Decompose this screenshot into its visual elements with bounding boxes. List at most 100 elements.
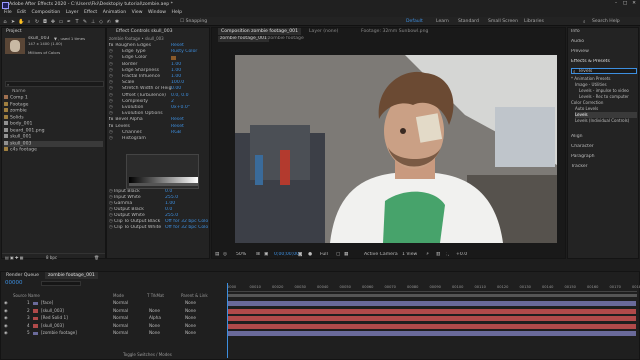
stopwatch-icon[interactable]: ◷	[109, 189, 113, 194]
effect-row[interactable]: ◷ Offset (Turbulence) 0.0, 0.0	[109, 93, 209, 99]
character-panel-header[interactable]: Character	[571, 144, 594, 150]
region-of-interest-icon[interactable]: ▢	[336, 252, 340, 258]
resolution-dropdown[interactable]: Full	[320, 252, 328, 258]
info-panel-header[interactable]: Info	[571, 29, 580, 35]
effect-row[interactable]: fx Roughen Edges Reset	[109, 43, 209, 49]
effect-row[interactable]: ◷ Evolution Options	[109, 111, 209, 117]
comp-viewport-frame[interactable]	[235, 55, 557, 243]
project-trash-icon[interactable]: 🗑	[94, 255, 99, 260]
layer-label-color[interactable]	[33, 331, 38, 335]
type-tool-icon[interactable]: T	[74, 19, 80, 25]
menu-layer[interactable]: Layer	[66, 9, 79, 17]
zoom-tool-icon[interactable]: ⌕	[26, 19, 32, 25]
close-icon[interactable]: ✕	[630, 1, 638, 6]
brush-tool-icon[interactable]: ✎	[82, 19, 88, 25]
stopwatch-icon[interactable]: ◷	[109, 62, 113, 67]
playhead[interactable]	[227, 283, 228, 358]
hand-tool-icon[interactable]: ✋	[18, 19, 24, 25]
layer-name[interactable]: [skull_003]	[41, 308, 64, 315]
paragraph-panel-header[interactable]: Paragraph	[571, 154, 595, 160]
effect-row[interactable]: ◷ Edge Color	[109, 55, 209, 61]
comp-subtab-active[interactable]: zombie footage_001	[218, 36, 269, 42]
effect-value[interactable]: 0x+0.0°	[171, 105, 190, 111]
stopwatch-icon[interactable]: ◷	[109, 207, 113, 212]
stopwatch-icon[interactable]: ◷	[109, 86, 113, 91]
layer-mode[interactable]: Normal	[113, 308, 128, 315]
effect-value[interactable]: 2	[171, 99, 174, 105]
layer-duration-bar[interactable]	[228, 331, 636, 336]
home-icon[interactable]: ⌂	[2, 19, 8, 25]
layer-trkmat[interactable]: None	[149, 330, 160, 337]
menu-file[interactable]: File	[4, 9, 12, 17]
col-trkmat[interactable]: T TrkMat	[147, 293, 164, 299]
render-queue-tab[interactable]: Render Queue	[3, 272, 42, 279]
composition-tab[interactable]: Composition zombie footage_001	[218, 28, 301, 35]
stopwatch-icon[interactable]: ◷	[109, 136, 113, 141]
menu-view[interactable]: View	[132, 9, 143, 17]
project-list-item[interactable]: c4s footage	[4, 147, 103, 153]
timeline-comp-tab[interactable]: zombie footage_001	[45, 272, 98, 279]
stopwatch-icon[interactable]: ◷	[109, 99, 113, 104]
project-tab[interactable]: Project	[3, 28, 25, 35]
layer-label-color[interactable]	[33, 301, 38, 305]
project-list-item[interactable]: skull_003	[4, 140, 103, 147]
effect-value[interactable]: 1.00	[171, 68, 181, 74]
stopwatch-icon[interactable]: ◷	[109, 68, 113, 73]
effect-row[interactable]: ◷ Edge Type Rusty Color	[109, 49, 209, 55]
timeline-icon[interactable]: ▥	[436, 252, 440, 258]
layer-mode[interactable]: Normal	[113, 315, 128, 322]
effect-row[interactable]: ◷ Scale 100.0	[109, 80, 209, 86]
layer-trkmat[interactable]: None	[149, 308, 160, 315]
eraser-tool-icon[interactable]: ◇	[98, 19, 104, 25]
safe-zones-icon[interactable]: ▣	[264, 252, 268, 258]
camera-dropdown[interactable]: Active Camera	[364, 252, 398, 258]
layer-mode[interactable]: Normal	[113, 300, 128, 307]
stopwatch-icon[interactable]: ◷	[109, 55, 113, 60]
layer-name[interactable]: [face]	[41, 300, 53, 307]
effect-value[interactable]: 0.0, 0.0	[171, 93, 189, 99]
layer-duration-bar[interactable]	[228, 323, 636, 329]
flowchart-icon[interactable]: ⛶	[446, 252, 449, 258]
levels-value[interactable]: Off for 32 bpc Colo	[165, 225, 208, 231]
fast-preview-icon[interactable]: ⚡	[426, 252, 429, 258]
snapshot-icon[interactable]: ◙	[298, 252, 302, 258]
effect-value[interactable]: 100.0	[171, 80, 184, 86]
layer-duration-bar[interactable]	[228, 316, 636, 321]
search-help-label[interactable]: Search Help	[592, 19, 620, 24]
work-area-bar[interactable]	[227, 294, 637, 297]
effect-value[interactable]: 1.00	[171, 62, 181, 68]
layer-tab[interactable]: Layer (none)	[306, 28, 341, 35]
workspace-default[interactable]: Default	[406, 19, 423, 24]
stopwatch-icon[interactable]: ◷	[109, 111, 113, 116]
menu-animation[interactable]: Animation	[103, 9, 126, 17]
puppet-tool-icon[interactable]: ✱	[114, 19, 120, 25]
stopwatch-icon[interactable]: ◷	[109, 225, 113, 230]
project-list-item[interactable]: skull_001	[4, 134, 103, 140]
layer-duration-bar[interactable]	[228, 301, 636, 306]
project-search-input[interactable]: ⌕	[5, 81, 104, 87]
workspace-standard[interactable]: Standard	[458, 19, 479, 24]
stopwatch-icon[interactable]: ◷	[109, 219, 113, 224]
visibility-eye-icon[interactable]: ◉	[4, 330, 8, 337]
timeline-layer-row[interactable]: ◉ 5 [zombie footage] Normal None None	[1, 330, 227, 337]
menu-composition[interactable]: Composition	[32, 9, 61, 17]
rotate-tool-icon[interactable]: ↻	[34, 19, 40, 25]
layer-parent[interactable]: None	[185, 323, 196, 330]
minimize-icon[interactable]: –	[612, 1, 620, 6]
project-list-item[interactable]: body_001	[4, 121, 103, 127]
stopwatch-icon[interactable]: ◷	[109, 74, 113, 79]
menu-window[interactable]: Window	[148, 9, 166, 17]
toggle-switches-modes[interactable]: Toggle Switches / Modes	[123, 352, 172, 358]
menu-help[interactable]: Help	[172, 9, 182, 17]
layer-label-color[interactable]	[33, 316, 38, 320]
timeline-layer-row[interactable]: ◉ 4 [skull_003] Normal None None	[1, 323, 227, 330]
zoom-dropdown[interactable]: 50%	[236, 252, 246, 258]
effect-value[interactable]: 1.00	[171, 74, 181, 80]
stopwatch-icon[interactable]: ◷	[109, 49, 113, 54]
project-list-item[interactable]: Footage	[4, 101, 103, 108]
effect-row[interactable]: ◷ Border 1.00	[109, 62, 209, 68]
levels-row[interactable]: ◷Clip To Output White Off for 32 bpc Colo	[109, 225, 209, 231]
effect-value[interactable]: Reset	[171, 117, 184, 123]
comp-subtab-footage[interactable]: zombie footage	[268, 36, 304, 42]
visibility-eye-icon[interactable]: ◉	[4, 300, 8, 307]
